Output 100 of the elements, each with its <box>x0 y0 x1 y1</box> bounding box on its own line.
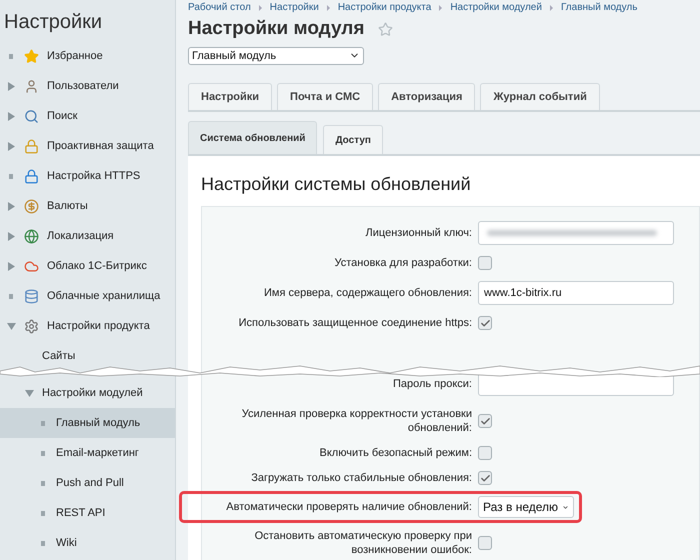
sidebar-item[interactable]: Облачные хранилища <box>0 281 175 311</box>
sidebar-item[interactable]: Сайты <box>0 345 175 367</box>
field-label: Остановить автоматическую проверку при возникновении ошибок: <box>254 529 473 557</box>
sidebar-title: Настройки <box>3 10 104 35</box>
cloud-icon <box>24 258 39 274</box>
coin-icon <box>24 198 39 214</box>
field-label: Усиленная проверка корректности установки обновлений: <box>240 407 473 435</box>
field-label: Лицензионный ключ: <box>364 226 473 240</box>
sidebar-item[interactable]: Push and Pull <box>0 468 175 498</box>
breadcrumb-link[interactable]: Настройки <box>270 0 319 15</box>
expand-arrow-icon[interactable] <box>8 262 14 270</box>
item-label: Облачные хранилища <box>47 288 160 304</box>
item-label: Избранное <box>47 48 103 64</box>
item-label: Валюты <box>47 198 88 214</box>
sidebar-item[interactable]: Настройки продукта <box>0 311 175 341</box>
sidebar-item[interactable]: Валюты <box>0 191 175 221</box>
item-label: Настройки продукта <box>47 318 150 334</box>
sidebar-item[interactable]: Проактивная защита <box>0 131 175 161</box>
check-icon <box>480 472 490 484</box>
checkbox[interactable] <box>478 446 492 460</box>
expand-arrow-icon[interactable] <box>8 232 14 240</box>
checkbox[interactable] <box>478 256 492 270</box>
field-label: Загружать только стабильные обновления: <box>250 471 473 485</box>
bullet-icon <box>41 540 45 546</box>
field-label: Включить безопасный режим: <box>318 446 473 460</box>
bullet-icon <box>41 480 45 486</box>
expand-arrow-icon[interactable] <box>8 112 14 120</box>
checkbox[interactable] <box>478 536 492 550</box>
bullet-icon <box>41 450 45 456</box>
globe-icon <box>24 228 39 244</box>
sidebar-item[interactable]: REST API <box>0 498 175 528</box>
checkbox[interactable] <box>478 316 492 330</box>
check-icon <box>480 416 490 426</box>
sidebar-item[interactable]: Локализация <box>0 221 175 251</box>
page-title: Настройки модуля <box>188 17 364 41</box>
item-label: Push and Pull <box>56 476 124 491</box>
item-label: Сайты <box>42 348 76 364</box>
bullet-icon <box>9 294 13 298</box>
license-key-field[interactable] <box>478 221 674 245</box>
sidebar-item[interactable]: Wiki <box>0 528 175 558</box>
tab[interactable]: Журнал событий <box>480 83 600 110</box>
storage-icon <box>24 288 39 304</box>
checkbox[interactable] <box>478 414 492 428</box>
sidebar-item[interactable]: Email-маркетинг <box>0 438 175 468</box>
item-label: Настройка HTTPS <box>47 168 140 184</box>
tab[interactable]: Авторизация <box>378 83 476 110</box>
check-icon <box>480 318 490 328</box>
item-label: Локализация <box>47 228 114 244</box>
separator-icon <box>258 4 262 10</box>
sidebar-item[interactable]: Поиск <box>0 101 175 131</box>
sidebar-item[interactable]: Настройка HTTPS <box>0 161 175 191</box>
sidebar-item[interactable]: Настройки модулей <box>0 378 175 408</box>
sidebar-item[interactable]: Избранное <box>0 41 175 71</box>
sidebar-item[interactable]: Пользователи <box>0 71 175 101</box>
tab[interactable]: Система обновлений <box>188 121 318 154</box>
item-label: Облако 1С-Битрикс <box>47 258 147 274</box>
item-label: Настройки модулей <box>42 386 143 401</box>
bullet-icon <box>9 174 13 178</box>
star-icon <box>24 48 39 64</box>
bullet-icon <box>41 420 45 426</box>
module-select[interactable]: Главный модуль <box>188 46 364 65</box>
item-label: Пользователи <box>47 78 119 94</box>
checkbox[interactable] <box>478 471 492 485</box>
text-field[interactable]: www.1c-bitrix.ru <box>478 281 674 305</box>
breadcrumb-link[interactable]: Главный модуль <box>560 0 638 15</box>
collapse-arrow-icon[interactable] <box>6 322 16 330</box>
search-icon <box>24 108 39 124</box>
item-label: REST API <box>56 506 106 521</box>
field-label: Пароль прокси: <box>392 377 473 391</box>
lock-icon <box>24 168 39 184</box>
item-label: Email-маркетинг <box>56 446 139 461</box>
breadcrumb-link[interactable]: Настройки модулей <box>450 0 542 15</box>
expand-arrow-icon[interactable] <box>8 142 14 150</box>
collapse-arrow-icon[interactable] <box>24 390 34 396</box>
lock-icon <box>24 138 39 154</box>
field-label: Имя сервера, содержащего обновления: <box>263 286 473 300</box>
section-title: Настройки системы обновлений <box>201 173 472 196</box>
expand-arrow-icon[interactable] <box>8 82 14 90</box>
field-label: Использовать защищенное соединение https: <box>238 316 473 330</box>
item-label: Главный модуль <box>56 416 140 431</box>
frequency-select[interactable]: Раз в неделю <box>478 496 574 518</box>
tab[interactable]: Настройки <box>188 83 272 110</box>
breadcrumb-link[interactable]: Рабочий стол <box>188 0 251 15</box>
bullet-icon <box>9 54 13 58</box>
field-label: Установка для разработки: <box>333 256 473 270</box>
separator-icon <box>439 4 442 10</box>
field-label: Автоматически проверять наличие обновлений: <box>225 500 473 514</box>
tab[interactable]: Почта и СМС <box>277 83 374 110</box>
separator-icon <box>550 4 553 10</box>
favorite-star-icon[interactable] <box>378 22 394 37</box>
user-icon <box>24 78 39 94</box>
bullet-icon <box>41 510 45 516</box>
gear-icon <box>24 318 39 334</box>
sidebar-item[interactable]: Главный модуль <box>0 408 175 438</box>
item-label: Проактивная защита <box>47 138 154 154</box>
expand-arrow-icon[interactable] <box>8 202 14 210</box>
item-label: Поиск <box>47 108 78 124</box>
tab[interactable]: Доступ <box>323 125 383 154</box>
breadcrumb-link[interactable]: Настройки продукта <box>338 0 432 15</box>
sidebar-item[interactable]: Облако 1С-Битрикс <box>0 251 175 281</box>
